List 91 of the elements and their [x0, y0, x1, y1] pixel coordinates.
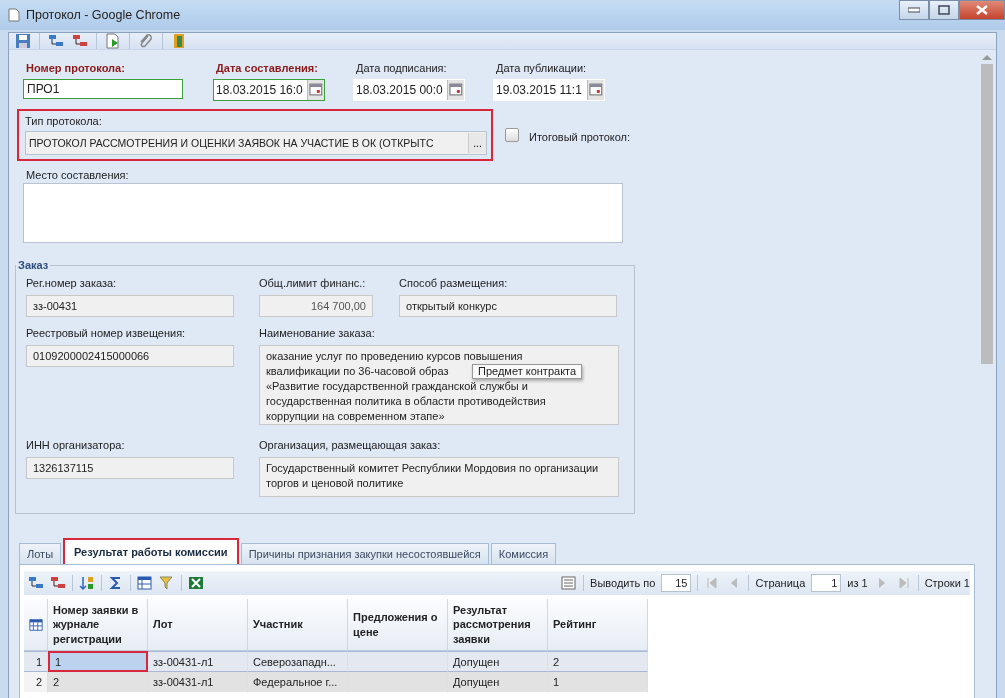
field-label: Организация, размещающая заказ: — [259, 439, 442, 452]
paperclip-icon[interactable] — [138, 33, 154, 49]
field-label: Место составления: — [25, 169, 129, 181]
rows-label: Строки 1 — [924, 577, 970, 589]
readonly-field: 0109200002415000066 — [26, 345, 234, 367]
calendar-icon[interactable] — [307, 80, 324, 100]
page-total: из 1 — [847, 577, 868, 589]
date-field[interactable]: 19.03.2015 11:1 — [493, 79, 605, 101]
close-button[interactable] — [959, 0, 1005, 20]
table-cell: 1 — [48, 651, 148, 672]
row-number: 2 — [24, 672, 48, 693]
field-label: Реестровый номер извещения: — [26, 327, 187, 340]
field-label: Номер протокола: — [25, 62, 126, 75]
scrollbar-thumb[interactable] — [981, 64, 993, 364]
door-icon[interactable] — [171, 33, 187, 49]
calendar-icon[interactable] — [587, 80, 604, 100]
page-field[interactable]: 1 — [811, 574, 842, 592]
table-cell: зз-00431-л1 — [148, 651, 248, 672]
remove-row-icon[interactable] — [72, 33, 88, 49]
field-label: ИНН организатора: — [26, 439, 126, 452]
readonly-field: открытый конкурс — [399, 295, 617, 317]
field-label: Дата составления: — [215, 62, 319, 75]
export-icon[interactable] — [105, 33, 121, 49]
maximize-button[interactable] — [929, 0, 959, 20]
tab[interactable]: Лоты — [19, 543, 62, 564]
checkbox[interactable] — [505, 128, 519, 142]
text-line: коррупции на современном этапе» — [266, 409, 445, 424]
page-icon — [8, 8, 20, 22]
maximize-icon[interactable] — [938, 5, 950, 15]
save-icon[interactable] — [15, 33, 31, 49]
checkbox-label: Итоговый протокол: — [529, 131, 631, 143]
page-label: Страница — [755, 577, 806, 589]
readonly-field: 1326137115 — [26, 457, 234, 479]
spreadsheet-icon[interactable] — [188, 575, 204, 591]
filter-icon[interactable] — [159, 575, 175, 591]
page-size-icon[interactable] — [561, 575, 578, 591]
field-label: Тип протокола: — [25, 115, 102, 127]
table-cell: Федеральное г... — [248, 672, 348, 693]
text-line: оказание услуг по проведению курсов повышения — [266, 349, 523, 364]
column-header[interactable]: Участник — [248, 599, 348, 651]
close-icon[interactable] — [976, 5, 988, 15]
column-chooser-icon[interactable] — [28, 617, 43, 632]
readonly-field: 164 700,00 — [259, 295, 373, 317]
tab[interactable]: Комиссия — [490, 543, 557, 564]
table-cell: 2 — [48, 672, 148, 693]
column-header[interactable]: Номер заявки в журнале регистрации — [48, 599, 148, 651]
select-field[interactable]: ПРОТОКОЛ РАССМОТРЕНИЯ И ОЦЕНКИ ЗАЯВОК НА УЧАСТИЕ В ОК (ОТКРЫТС ... — [25, 131, 487, 155]
field-label: Дата публикации: — [495, 62, 588, 75]
sort-icon[interactable] — [79, 575, 95, 591]
column-header[interactable]: Рейтинг — [548, 599, 648, 651]
calendar-icon[interactable] — [447, 80, 464, 100]
text-line: квалификации по 36-часовой образ — [266, 364, 449, 379]
table-cell: Допущен — [448, 672, 548, 693]
column-header[interactable]: Предложения о цене — [348, 599, 448, 651]
group-title: Заказ — [17, 259, 50, 271]
field-label: Рег.номер заказа: — [26, 277, 118, 290]
browse-button[interactable]: ... — [468, 133, 486, 153]
readonly-field: зз-00431 — [26, 295, 234, 317]
add-row-icon[interactable] — [48, 33, 64, 49]
tab[interactable]: Результат работы комиссии — [63, 538, 239, 564]
window-title: Протокол - Google Chrome — [26, 8, 182, 22]
table-cell: 2 — [548, 651, 648, 672]
table-icon[interactable] — [137, 575, 153, 591]
field-label: Наименование заказа: — [259, 327, 376, 340]
row-number: 1 — [24, 651, 48, 672]
text-area: Государственный комитет Республики Мордовия по организации торгов и ценовой политике — [259, 457, 619, 497]
table-cell: 1 — [548, 672, 648, 693]
table-cell: зз-00431-л1 — [148, 672, 248, 693]
field-label: Общ.лимит финанс.: — [259, 277, 367, 290]
add-row-icon[interactable] — [28, 575, 44, 591]
scroll-up-icon[interactable] — [982, 54, 992, 60]
minimize-icon[interactable] — [908, 7, 920, 13]
date-field[interactable]: 18.03.2015 16:0 — [213, 79, 325, 101]
page-size-label: Выводить по — [590, 577, 656, 589]
column-header[interactable]: Результат рассмотрения заявки — [448, 599, 548, 651]
selected-row[interactable]: 1 1 зз-00431-л1 Северозападн... Допущен 2 — [24, 651, 648, 672]
table-cell: Северозападн... — [248, 651, 348, 672]
text-line: государственная политика в области противодействия — [266, 394, 546, 409]
field-label: Дата подписания: — [355, 62, 448, 75]
remove-row-icon[interactable] — [50, 575, 66, 591]
date-field[interactable]: 18.03.2015 00:0 — [353, 79, 465, 101]
table-row[interactable]: 2 2 зз-00431-л1 Федеральное г... Допущен 1 — [24, 672, 648, 693]
page-size-field[interactable]: 15 — [661, 574, 692, 592]
column-header[interactable]: Лот — [148, 599, 248, 651]
minimize-button[interactable] — [899, 0, 929, 20]
field-label: Способ размещения: — [399, 277, 509, 290]
tab[interactable]: Причины признания закупки несостоявшейся — [240, 543, 489, 564]
table-cell: Допущен — [448, 651, 548, 672]
input-field[interactable]: ПРО1 — [23, 79, 183, 99]
text-line: «Развитие государственной гражданской службы и — [266, 379, 528, 394]
tooltip: Предмет контракта — [472, 364, 583, 379]
